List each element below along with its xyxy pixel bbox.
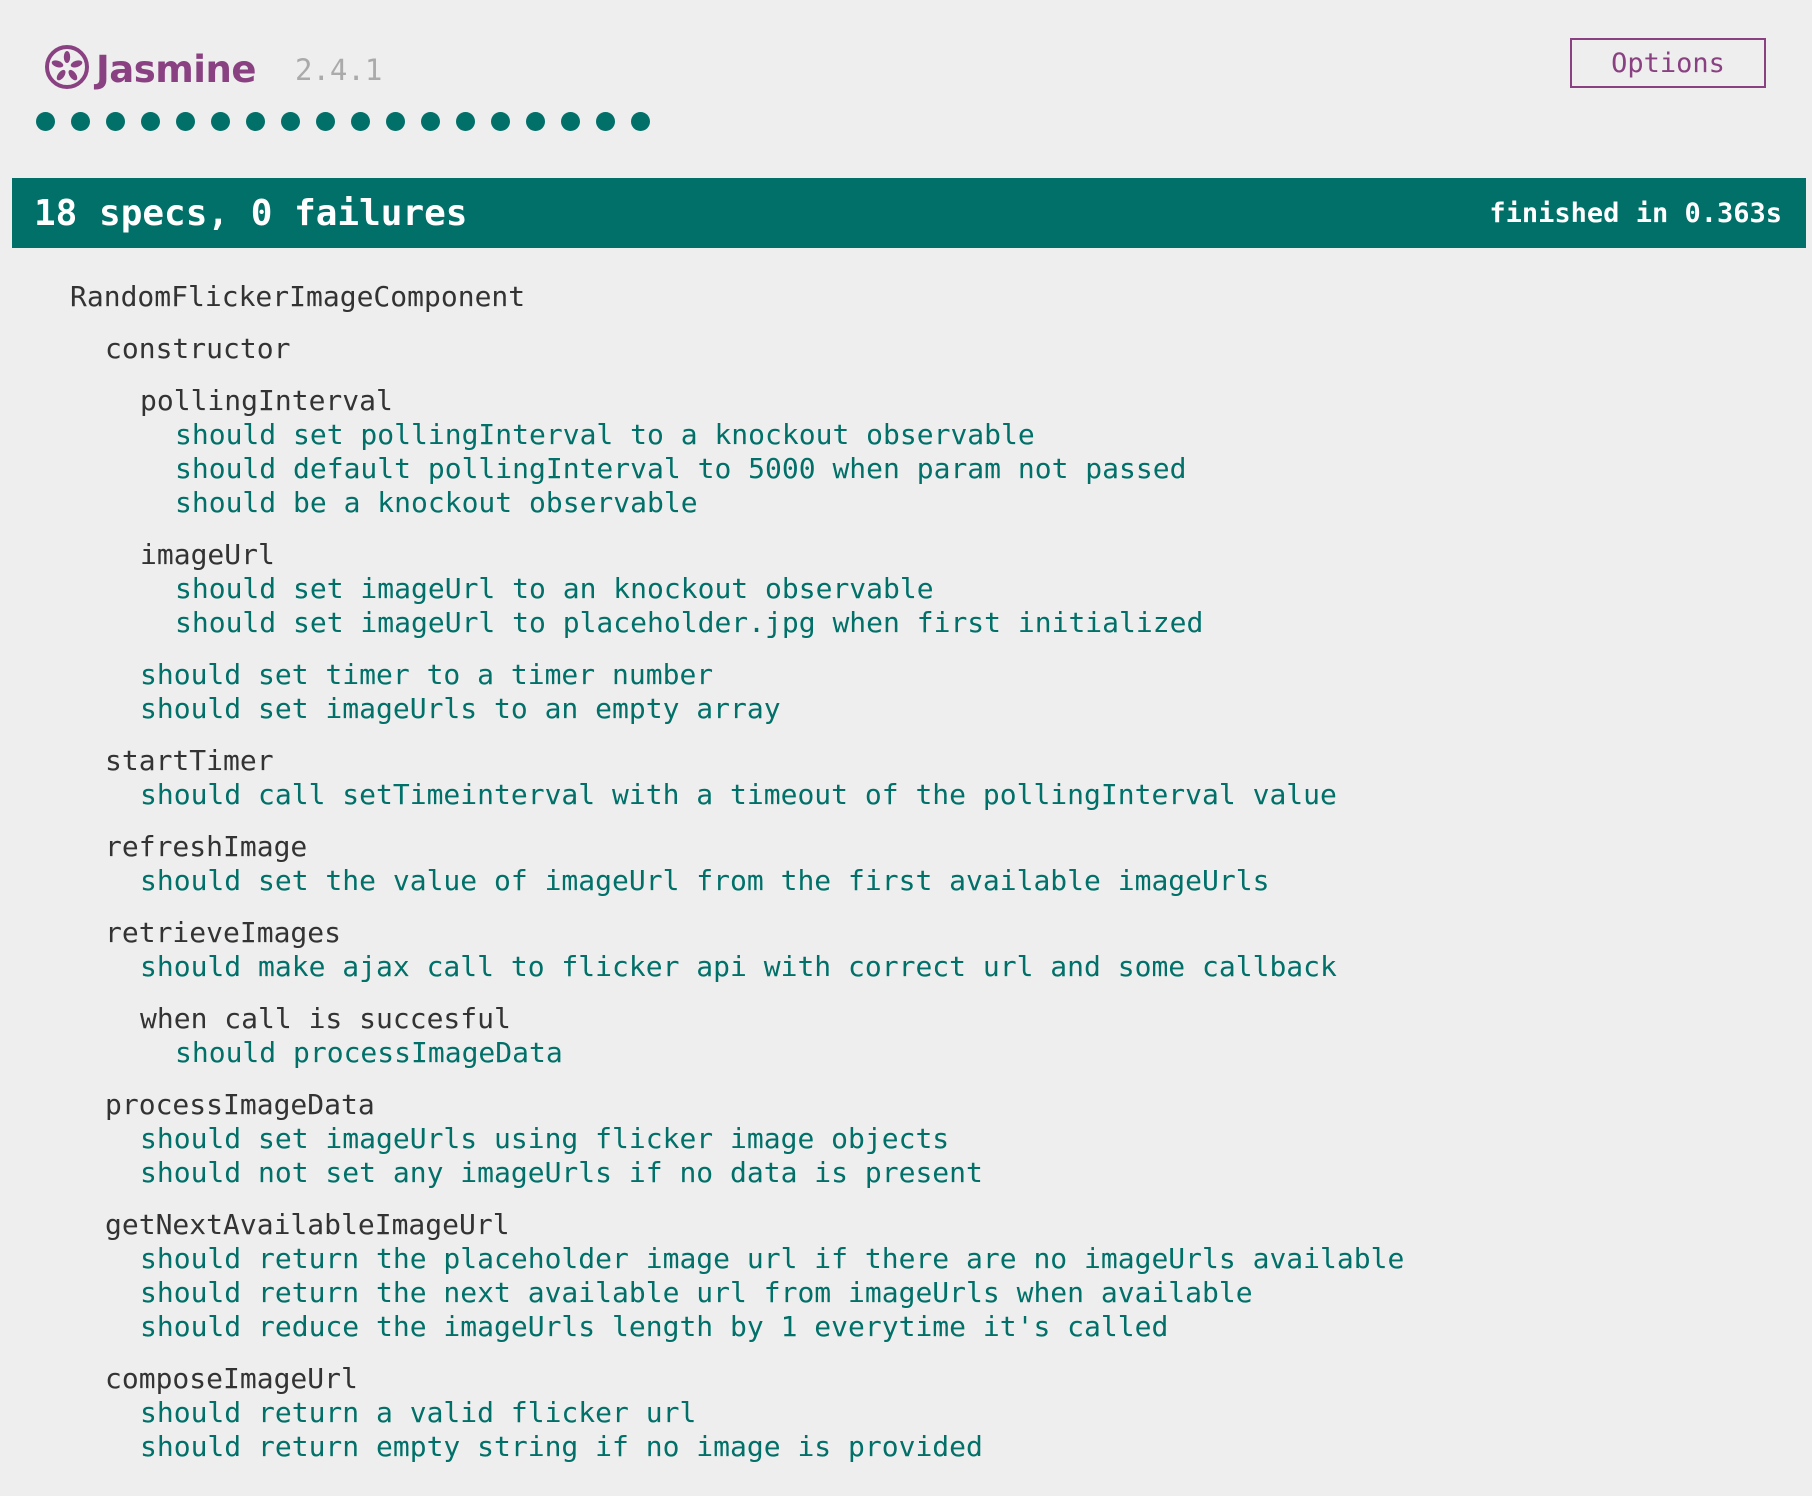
spec-link[interactable]: should return empty string if no image i… — [140, 1430, 983, 1464]
spec-passed-dot[interactable] — [386, 112, 405, 131]
jasmine-logo[interactable]: Jasmine — [44, 44, 256, 94]
spec-link[interactable]: should processImageData — [175, 1036, 563, 1070]
spec-link[interactable]: should set imageUrl to an knockout obser… — [175, 572, 934, 606]
summary-bar: 18 specs, 0 failures finished in 0.363s — [12, 178, 1806, 248]
spec-link[interactable]: should return the next available url fro… — [140, 1276, 1253, 1310]
spec-passed-dot[interactable] — [176, 112, 195, 131]
spec-dots-bar — [36, 112, 666, 131]
spec-link[interactable]: should make ajax call to flicker api wit… — [140, 950, 1337, 984]
logo-wordmark: Jasmine — [96, 47, 256, 91]
duration-text: finished in 0.363s — [1489, 197, 1782, 229]
spec-link[interactable]: should return the placeholder image url … — [140, 1242, 1404, 1276]
spec-link[interactable]: should call setTimeinterval with a timeo… — [140, 778, 1337, 812]
spec-passed-dot[interactable] — [526, 112, 545, 131]
jasmine-html-reporter: Jasmine 2.4.1 Options 18 specs, 0 failur… — [0, 0, 1812, 1496]
spec-passed-dot[interactable] — [561, 112, 580, 131]
suite-link[interactable]: imageUrl — [140, 538, 275, 572]
suite-link[interactable]: retrieveImages — [105, 916, 341, 950]
spec-passed-dot[interactable] — [106, 112, 125, 131]
suite-link[interactable]: pollingInterval — [140, 384, 393, 418]
spec-link[interactable]: should set imageUrl to placeholder.jpg w… — [175, 606, 1203, 640]
spec-passed-dot[interactable] — [141, 112, 160, 131]
spec-link[interactable]: should be a knockout observable — [175, 486, 698, 520]
summary-text[interactable]: 18 specs, 0 failures — [34, 193, 467, 234]
spec-passed-dot[interactable] — [491, 112, 510, 131]
spec-passed-dot[interactable] — [246, 112, 265, 131]
spec-link[interactable]: should set timer to a timer number — [140, 658, 713, 692]
spec-link[interactable]: should reduce the imageUrls length by 1 … — [140, 1310, 1168, 1344]
spec-link[interactable]: should not set any imageUrls if no data … — [140, 1156, 983, 1190]
spec-link[interactable]: should set imageUrls using flicker image… — [140, 1122, 949, 1156]
spec-passed-dot[interactable] — [281, 112, 300, 131]
spec-passed-dot[interactable] — [351, 112, 370, 131]
spec-passed-dot[interactable] — [36, 112, 55, 131]
spec-passed-dot[interactable] — [596, 112, 615, 131]
spec-passed-dot[interactable] — [211, 112, 230, 131]
spec-link[interactable]: should return a valid flicker url — [140, 1396, 696, 1430]
jasmine-flower-icon — [44, 44, 90, 94]
suite-link[interactable]: processImageData — [105, 1088, 375, 1122]
suite-link[interactable]: startTimer — [105, 744, 274, 778]
spec-link[interactable]: should set the value of imageUrl from th… — [140, 864, 1269, 898]
version-label: 2.4.1 — [295, 53, 383, 87]
spec-link[interactable]: should set pollingInterval to a knockout… — [175, 418, 1035, 452]
spec-passed-dot[interactable] — [631, 112, 650, 131]
spec-passed-dot[interactable] — [316, 112, 335, 131]
options-button[interactable]: Options — [1570, 38, 1766, 88]
spec-link[interactable]: should default pollingInterval to 5000 w… — [175, 452, 1186, 486]
suite-link[interactable]: refreshImage — [105, 830, 307, 864]
spec-passed-dot[interactable] — [71, 112, 90, 131]
suite-link[interactable]: constructor — [105, 332, 290, 366]
suite-link[interactable]: getNextAvailableImageUrl — [105, 1208, 510, 1242]
spec-link[interactable]: should set imageUrls to an empty array — [140, 692, 781, 726]
suite-link[interactable]: RandomFlickerImageComponent — [70, 280, 525, 314]
spec-passed-dot[interactable] — [456, 112, 475, 131]
suite-link[interactable]: composeImageUrl — [105, 1362, 358, 1396]
spec-passed-dot[interactable] — [421, 112, 440, 131]
suite-link[interactable]: when call is succesful — [140, 1002, 511, 1036]
